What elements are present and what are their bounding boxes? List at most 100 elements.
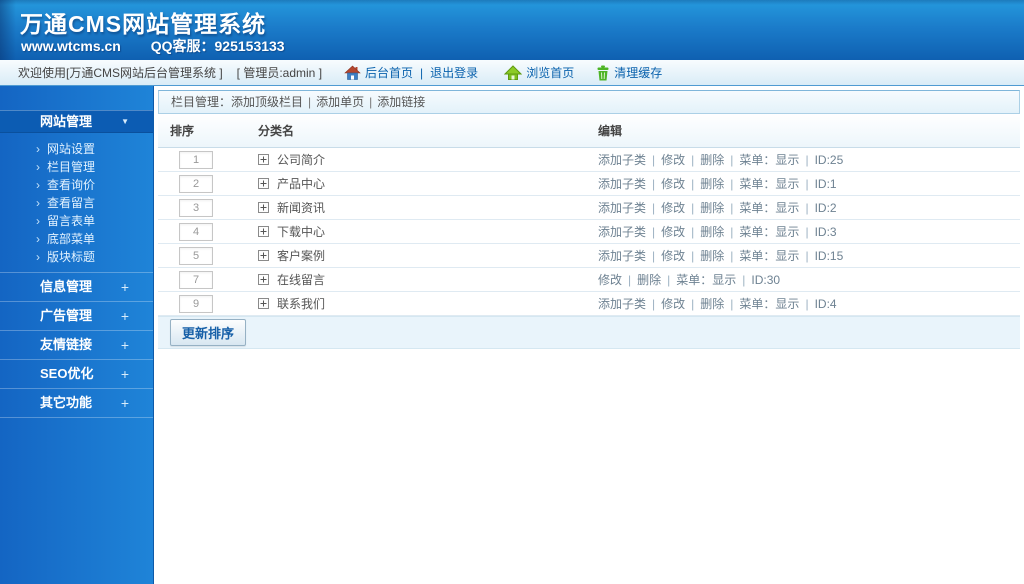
action-link[interactable]: 删除 (700, 177, 724, 191)
chevron-right-icon: › (36, 178, 40, 192)
action-link[interactable]: 菜单：显示 (739, 153, 799, 167)
action-link[interactable]: 添加子类 (598, 249, 646, 263)
sidebar-item[interactable]: ›查看询价 (0, 176, 153, 194)
breadcrumb-link[interactable]: 添加顶级栏目 (231, 95, 303, 109)
action-link[interactable]: 添加子类 (598, 153, 646, 167)
action-link[interactable]: 修改 (598, 273, 622, 287)
sidebar-section-header[interactable]: 友情链接+ (0, 330, 153, 359)
separator: | (730, 201, 733, 215)
sidebar-item[interactable]: ›栏目管理 (0, 158, 153, 176)
sort-input[interactable] (179, 271, 213, 289)
action-link[interactable]: 修改 (661, 201, 685, 215)
action-link[interactable]: 修改 (661, 249, 685, 263)
backend-home-link[interactable]: 后台首页 (365, 64, 413, 81)
action-link[interactable]: 添加子类 (598, 201, 646, 215)
table-row: 下载中心添加子类|修改|删除|菜单：显示|ID:3 (158, 220, 1020, 244)
action-link[interactable]: 修改 (661, 177, 685, 191)
action-link[interactable]: 添加子类 (598, 297, 646, 311)
sort-input[interactable] (179, 175, 213, 193)
sort-cell (158, 247, 258, 265)
action-link[interactable]: 修改 (661, 297, 685, 311)
action-link[interactable]: 删除 (700, 297, 724, 311)
sidebar-item[interactable]: ›底部菜单 (0, 230, 153, 248)
expand-icon[interactable] (258, 178, 269, 189)
update-sort-button[interactable]: 更新排序 (170, 319, 246, 346)
separator: | (730, 297, 733, 311)
action-link[interactable]: 修改 (661, 225, 685, 239)
sidebar-section-header[interactable]: 网站管理▼ (0, 110, 153, 133)
separator: | (667, 273, 670, 287)
action-link[interactable]: 菜单：显示 (739, 201, 799, 215)
action-link[interactable]: 删除 (700, 201, 724, 215)
edit-cell: 添加子类|修改|删除|菜单：显示|ID:3 (598, 223, 1020, 240)
sort-input[interactable] (179, 151, 213, 169)
action-link[interactable]: 菜单：显示 (739, 249, 799, 263)
action-link[interactable]: 菜单：显示 (739, 177, 799, 191)
action-link[interactable]: 菜单：显示 (676, 273, 736, 287)
edit-cell: 修改|删除|菜单：显示|ID:30 (598, 271, 1020, 288)
sidebar-section-header[interactable]: 信息管理 + (0, 272, 153, 301)
sidebar-section-header[interactable]: SEO优化+ (0, 359, 153, 388)
sort-input[interactable] (179, 295, 213, 313)
sidebar-section-header[interactable]: 广告管理+ (0, 301, 153, 330)
expand-icon[interactable] (258, 154, 269, 165)
action-link[interactable]: 修改 (661, 153, 685, 167)
sidebar-item[interactable]: ›版块标题 (0, 248, 153, 266)
sort-input[interactable] (179, 223, 213, 241)
clear-cache-link[interactable]: 清理缓存 (614, 64, 662, 81)
separator: | (805, 297, 808, 311)
action-link[interactable]: 删除 (700, 225, 724, 239)
category-cell: 新闻资讯 (258, 199, 598, 216)
browse-home-link[interactable]: 浏览首页 (526, 64, 574, 81)
expand-icon[interactable] (258, 298, 269, 309)
sidebar-section-header[interactable]: 其它功能+ (0, 388, 153, 418)
separator: | (805, 177, 808, 191)
action-link[interactable]: 删除 (637, 273, 661, 287)
table-row: 在线留言修改|删除|菜单：显示|ID:30 (158, 268, 1020, 292)
sidebar-item-label: 留言表单 (47, 214, 95, 228)
row-id: ID:4 (815, 297, 837, 311)
sort-input[interactable] (179, 199, 213, 217)
browse-home-icon (504, 65, 522, 81)
separator: | (691, 225, 694, 239)
separator: | (652, 225, 655, 239)
action-link[interactable]: 添加子类 (598, 177, 646, 191)
breadcrumb-title: 栏目管理： (171, 95, 231, 109)
expand-icon[interactable] (258, 226, 269, 237)
action-link[interactable]: 添加子类 (598, 225, 646, 239)
plus-icon: + (121, 273, 129, 301)
sort-cell (158, 175, 258, 193)
sort-input[interactable] (179, 247, 213, 265)
expand-icon[interactable] (258, 202, 269, 213)
row-id: ID:25 (815, 153, 844, 167)
sidebar-section-label: 网站管理 (40, 114, 92, 129)
app-subtitle: www.wtcms.cn QQ客服：925153133 (21, 36, 285, 56)
expand-icon[interactable] (258, 274, 269, 285)
sidebar-item[interactable]: ›留言表单 (0, 212, 153, 230)
logout-link[interactable]: 退出登录 (430, 64, 478, 81)
table-rows: 公司简介添加子类|修改|删除|菜单：显示|ID:25产品中心添加子类|修改|删除… (154, 148, 1024, 316)
separator: | (652, 201, 655, 215)
category-cell: 在线留言 (258, 271, 598, 288)
breadcrumb-link[interactable]: 添加链接 (377, 95, 425, 109)
sidebar-section-label: 友情链接 (40, 337, 92, 352)
action-link[interactable]: 删除 (700, 153, 724, 167)
sidebar-item[interactable]: ›查看留言 (0, 194, 153, 212)
category-cell: 下载中心 (258, 223, 598, 240)
site-url: www.wtcms.cn (21, 38, 121, 54)
separator: | (730, 249, 733, 263)
separator: | (691, 249, 694, 263)
action-link[interactable]: 菜单：显示 (739, 297, 799, 311)
action-link[interactable]: 删除 (700, 249, 724, 263)
action-link[interactable]: 菜单：显示 (739, 225, 799, 239)
table-header: 排序 分类名 编辑 (158, 114, 1020, 148)
separator: | (805, 201, 808, 215)
sidebar-sections: 网站管理▼›网站设置›栏目管理›查看询价›查看留言›留言表单›底部菜单›版块标题… (0, 110, 153, 418)
sidebar-section-label: 广告管理 (40, 308, 92, 323)
sidebar-item[interactable]: ›网站设置 (0, 140, 153, 158)
sidebar-item-label: 栏目管理 (47, 160, 95, 174)
sidebar-section-label: 信息管理 (40, 279, 92, 294)
breadcrumb-link[interactable]: 添加单页 (316, 95, 364, 109)
expand-icon[interactable] (258, 250, 269, 261)
separator: | (805, 225, 808, 239)
